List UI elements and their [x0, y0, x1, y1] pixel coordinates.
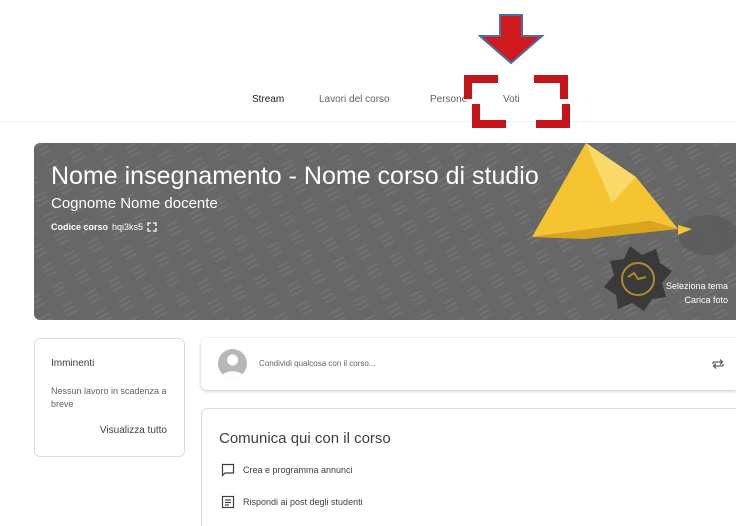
reply-posts-label: Rispondi ai post degli studenti [243, 497, 363, 507]
repost-icon[interactable] [710, 356, 726, 372]
post-icon [221, 495, 235, 509]
nav-divider [0, 121, 736, 122]
view-all-link[interactable]: Visualizza tutto [100, 425, 167, 436]
communicate-title: Comunica qui con il corso [219, 430, 391, 447]
course-title: Nome insegnamento - Nome corso di studio [51, 162, 539, 190]
megaphone-illustration-icon [532, 143, 736, 311]
upcoming-empty-text: Nessun lavoro in scadenza a breve [51, 386, 167, 409]
course-code-row: Codice corso hqi3ks5 [51, 222, 157, 232]
create-announcements-label: Crea e programma annunci [243, 465, 353, 475]
user-avatar-icon [221, 354, 244, 378]
course-banner: Nome insegnamento - Nome corso di studio… [34, 143, 736, 320]
upcoming-card: Imminenti Nessun lavoro in scadenza a br… [34, 338, 185, 457]
comment-icon [221, 463, 235, 477]
share-box[interactable]: Condividi qualcosa con il corso... [201, 338, 736, 390]
annotation-bracket-bottom-left [472, 104, 506, 128]
communicate-card: Comunica qui con il corso Crea e program… [201, 408, 736, 526]
annotation-bracket-top-left [464, 75, 498, 99]
tab-people[interactable]: Persone [430, 94, 467, 105]
fullscreen-icon[interactable] [147, 222, 157, 232]
course-code-label: Codice corso [51, 222, 109, 232]
tab-course-work[interactable]: Lavori del corso [319, 94, 390, 105]
annotation-bracket-bottom-right [536, 104, 570, 128]
reply-posts-item: Rispondi ai post degli studenti [221, 495, 363, 509]
tab-stream[interactable]: Stream [252, 94, 284, 105]
select-theme-link[interactable]: Seleziona tema [666, 281, 728, 291]
teacher-name: Cognome Nome docente [51, 195, 218, 212]
upload-photo-link[interactable]: Carica foto [684, 295, 728, 305]
annotation-arrow-icon [478, 14, 544, 64]
course-tabs: Stream Lavori del corso Persone Voti [0, 94, 736, 114]
share-input[interactable]: Condividi qualcosa con il corso... [259, 359, 376, 368]
avatar [218, 349, 247, 378]
upcoming-title: Imminenti [51, 358, 95, 369]
annotation-bracket-top-right [534, 75, 568, 99]
create-announcements-item: Crea e programma annunci [221, 463, 353, 477]
course-code-value[interactable]: hqi3ks5 [112, 222, 143, 232]
